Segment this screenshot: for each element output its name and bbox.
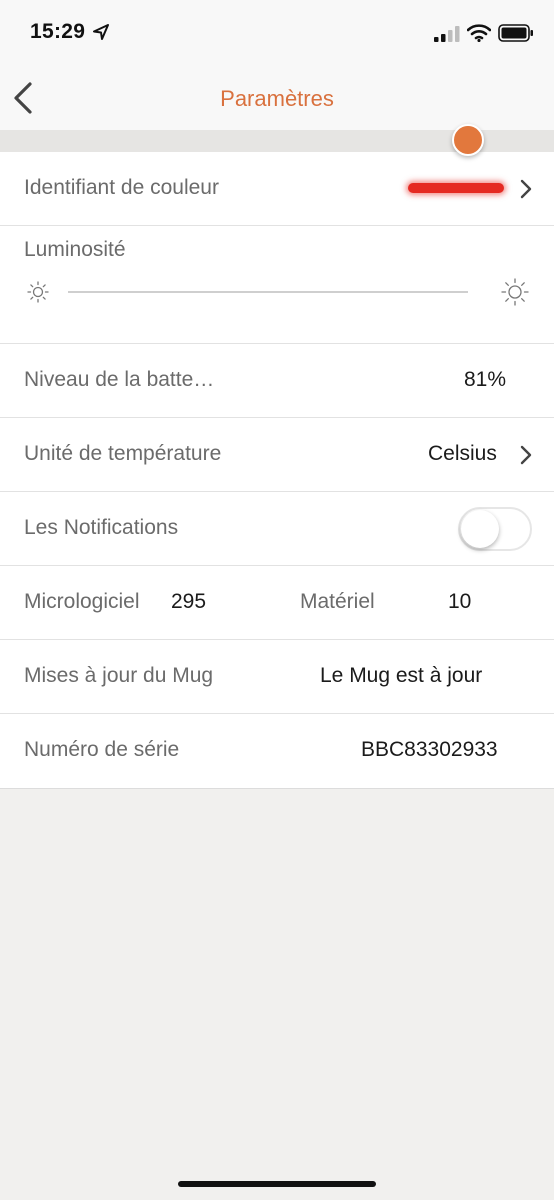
battery-level-row: Niveau de la batte… 81% [0, 344, 554, 418]
color-identifier-label: Identifiant de couleur [24, 176, 219, 199]
chevron-right-icon [520, 445, 532, 465]
notifications-label: Les Notifications [24, 516, 179, 539]
firmware-label: Micrologiciel [24, 590, 140, 613]
brightness-row: Luminosité [0, 226, 554, 344]
location-arrow-icon [93, 24, 109, 40]
battery-icon [498, 24, 533, 42]
cellular-signal-icon [434, 26, 460, 42]
color-identifier-swatch [408, 183, 504, 193]
hardware-value: 10 [448, 590, 472, 613]
temperature-unit-label: Unité de température [24, 442, 222, 465]
color-identifier-row[interactable]: Identifiant de couleur [0, 152, 554, 226]
notifications-toggle[interactable] [458, 507, 532, 551]
brightness-slider-thumb[interactable] [452, 124, 484, 156]
status-bar: 15:29 [0, 0, 554, 66]
sun-high-icon [501, 278, 529, 306]
brightness-slider-track[interactable] [68, 291, 468, 293]
nav-bar: Paramètres [0, 66, 554, 130]
home-indicator [178, 1181, 376, 1187]
brightness-label: Luminosité [24, 238, 126, 261]
battery-level-label: Niveau de la batte… [24, 368, 215, 391]
wifi-icon [467, 24, 491, 42]
notifications-row: Les Notifications [0, 492, 554, 566]
firmware-value: 295 [171, 590, 207, 613]
page-title: Paramètres [220, 86, 334, 111]
serial-number-row: Numéro de série BBC83302933 [0, 714, 554, 788]
status-time: 15:29 [30, 20, 86, 43]
mug-updates-label: Mises à jour du Mug [24, 664, 214, 687]
serial-number-label: Numéro de série [24, 738, 180, 761]
mug-updates-row: Mises à jour du Mug Le Mug est à jour [0, 640, 554, 714]
mug-updates-value: Le Mug est à jour [320, 664, 483, 687]
sun-low-icon [27, 281, 49, 303]
settings-list: Identifiant de couleur Luminosité Niveau… [0, 152, 554, 789]
firmware-row: Micrologiciel 295 Matériel 10 [0, 566, 554, 640]
hardware-label: Matériel [300, 590, 375, 613]
serial-number-value: BBC83302933 [361, 738, 498, 761]
temperature-unit-value: Celsius [428, 442, 497, 465]
chevron-right-icon [520, 179, 532, 199]
toggle-knob [461, 510, 499, 548]
battery-level-value: 81% [464, 368, 507, 391]
temperature-unit-row[interactable]: Unité de température Celsius [0, 418, 554, 492]
